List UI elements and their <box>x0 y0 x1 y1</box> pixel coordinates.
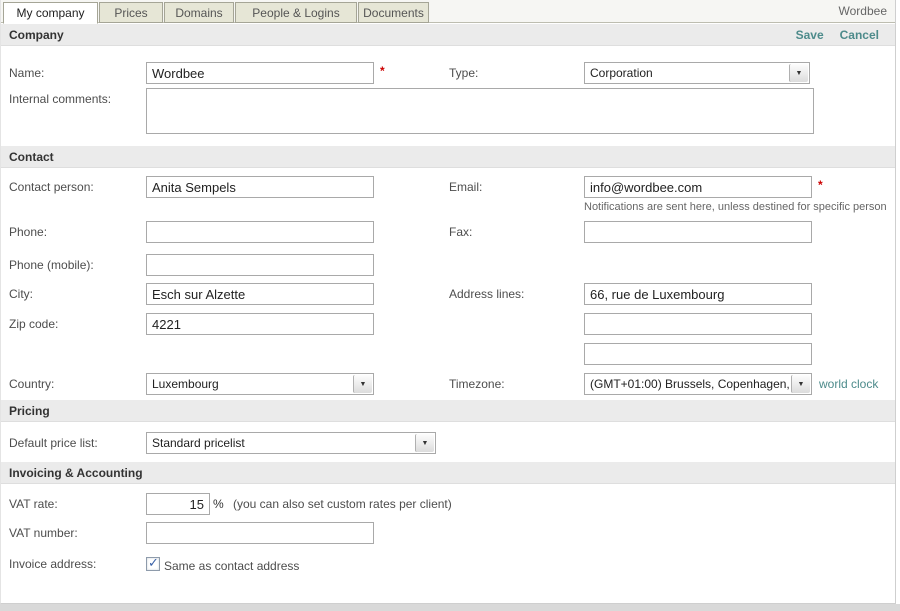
invoicing-section-header: Invoicing & Accounting <box>1 462 895 484</box>
address-line-3-field[interactable] <box>584 343 812 365</box>
type-label: Type: <box>449 62 478 84</box>
vat-rate-unit: % <box>213 493 224 515</box>
default-price-list-dropdown-button[interactable]: ▼ <box>415 434 434 452</box>
type-dropdown-value: Corporation <box>590 63 787 83</box>
tab-people-logins[interactable]: People & Logins <box>235 2 357 23</box>
chevron-down-icon: ▼ <box>422 440 429 447</box>
tab-prices[interactable]: Prices <box>99 2 163 23</box>
default-price-list-dropdown[interactable]: Standard pricelist ▼ <box>146 432 436 454</box>
chevron-down-icon: ▼ <box>798 381 805 388</box>
tab-documents[interactable]: Documents <box>358 2 429 23</box>
address-lines-label: Address lines: <box>449 283 524 305</box>
chevron-down-icon: ▼ <box>796 70 803 77</box>
email-label: Email: <box>449 176 482 198</box>
timezone-dropdown-button[interactable]: ▼ <box>791 375 810 393</box>
default-price-list-label: Default price list: <box>9 432 98 454</box>
chevron-down-icon: ▼ <box>360 381 367 388</box>
phone-label: Phone: <box>9 221 47 243</box>
address-line-1-field[interactable] <box>584 283 812 305</box>
country-dropdown-value: Luxembourg <box>152 374 351 394</box>
internal-comments-label: Internal comments: <box>9 88 111 110</box>
default-price-list-dropdown-value: Standard pricelist <box>152 433 413 453</box>
city-label: City: <box>9 283 33 305</box>
brand-label: Wordbee <box>839 4 887 18</box>
city-field[interactable] <box>146 283 374 305</box>
type-dropdown[interactable]: Corporation ▼ <box>584 62 810 84</box>
vat-rate-label: VAT rate: <box>9 493 58 515</box>
vat-rate-field[interactable] <box>146 493 210 515</box>
timezone-dropdown[interactable]: (GMT+01:00) Brussels, Copenhagen, Madri … <box>584 373 812 395</box>
invoicing-section-title: Invoicing & Accounting <box>9 462 143 484</box>
phone-mobile-field[interactable] <box>146 254 374 276</box>
internal-comments-field[interactable] <box>146 88 814 134</box>
email-required-asterisk: * <box>818 178 823 192</box>
save-button[interactable]: Save <box>796 28 824 42</box>
phone-field[interactable] <box>146 221 374 243</box>
name-label: Name: <box>9 62 44 84</box>
invoice-address-label: Invoice address: <box>9 553 96 575</box>
pricing-section-title: Pricing <box>9 400 50 422</box>
timezone-dropdown-value: (GMT+01:00) Brussels, Copenhagen, Madri <box>590 374 789 394</box>
cancel-button[interactable]: Cancel <box>840 28 879 42</box>
tab-my-company[interactable]: My company <box>3 2 98 24</box>
tab-bar: My company Prices Domains People & Login… <box>1 0 895 23</box>
country-dropdown[interactable]: Luxembourg ▼ <box>146 373 374 395</box>
country-dropdown-button[interactable]: ▼ <box>353 375 372 393</box>
fax-field[interactable] <box>584 221 812 243</box>
contact-section-title: Contact <box>9 146 54 168</box>
country-label: Country: <box>9 373 54 395</box>
vat-number-label: VAT number: <box>9 522 78 544</box>
phone-mobile-label: Phone (mobile): <box>9 254 94 276</box>
same-as-contact-label: Same as contact address <box>164 557 299 575</box>
vat-number-field[interactable] <box>146 522 374 544</box>
email-note: Notifications are sent here, unless dest… <box>584 201 887 213</box>
form-area: My company Prices Domains People & Login… <box>0 0 896 604</box>
same-as-contact-checkbox[interactable]: ✓ <box>146 557 160 571</box>
tabs: My company Prices Domains People & Login… <box>3 2 430 24</box>
name-required-asterisk: * <box>380 64 385 78</box>
address-line-2-field[interactable] <box>584 313 812 335</box>
checkmark-icon: ✓ <box>148 555 159 571</box>
world-clock-link[interactable]: world clock <box>819 377 878 391</box>
contact-section-header: Contact <box>1 146 895 168</box>
fax-label: Fax: <box>449 221 472 243</box>
email-field[interactable] <box>584 176 812 198</box>
company-section-title: Company <box>9 24 64 46</box>
name-field[interactable] <box>146 62 374 84</box>
vat-rate-note: (you can also set custom rates per clien… <box>233 493 452 515</box>
tab-domains[interactable]: Domains <box>164 2 234 23</box>
timezone-label: Timezone: <box>449 373 505 395</box>
company-settings-page: My company Prices Domains People & Login… <box>0 0 900 611</box>
zip-code-label: Zip code: <box>9 313 58 335</box>
company-section-header: Company Save Cancel <box>1 24 895 46</box>
form-actions: Save Cancel <box>796 24 879 46</box>
bottom-strip <box>0 604 900 611</box>
contact-person-field[interactable] <box>146 176 374 198</box>
zip-code-field[interactable] <box>146 313 374 335</box>
pricing-section-header: Pricing <box>1 400 895 422</box>
type-dropdown-button[interactable]: ▼ <box>789 64 808 82</box>
contact-person-label: Contact person: <box>9 176 94 198</box>
